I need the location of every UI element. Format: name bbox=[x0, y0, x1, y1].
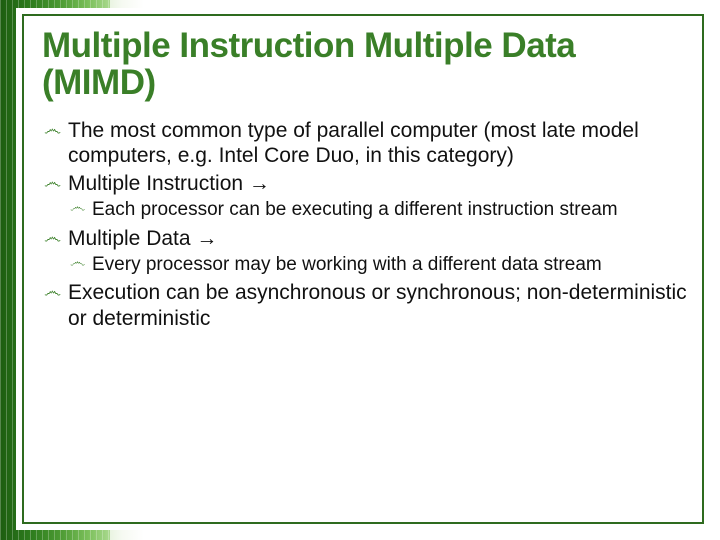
bullet-icon: ෴ bbox=[44, 228, 61, 246]
list-item: ෴ Multiple Data → bbox=[42, 226, 688, 252]
list-item: ෴ Execution can be asynchronous or synch… bbox=[42, 280, 688, 331]
sub-list: ෴ Each processor can be executing a diff… bbox=[68, 198, 688, 221]
list-item-text: Execution can be asynchronous or synchro… bbox=[68, 281, 687, 330]
bullet-icon: ෴ bbox=[44, 282, 61, 300]
list-item-text: Multiple Data → bbox=[68, 227, 217, 250]
bullet-icon: ෴ bbox=[44, 120, 61, 138]
slide-title: Multiple Instruction Multiple Data (MIMD… bbox=[42, 28, 688, 102]
list-item-text: Multiple Instruction → bbox=[68, 172, 270, 195]
list-item: ෴ Each processor can be executing a diff… bbox=[68, 198, 688, 221]
bullet-icon: ෴ bbox=[44, 173, 61, 191]
list-item: ෴ The most common type of parallel compu… bbox=[42, 118, 688, 169]
list-item: ෴ Every processor may be working with a … bbox=[68, 253, 688, 276]
slide-frame: Multiple Instruction Multiple Data (MIMD… bbox=[22, 14, 704, 524]
bullet-list: ෴ The most common type of parallel compu… bbox=[42, 118, 688, 332]
bullet-icon: ෴ bbox=[70, 200, 85, 216]
list-item: ෴ Multiple Instruction → bbox=[42, 171, 688, 197]
list-item-text: Each processor can be executing a differ… bbox=[92, 199, 618, 220]
sub-list: ෴ Every processor may be working with a … bbox=[68, 253, 688, 276]
list-item-text: The most common type of parallel compute… bbox=[68, 119, 639, 168]
list-item-text: Every processor may be working with a di… bbox=[92, 254, 602, 275]
bullet-icon: ෴ bbox=[70, 255, 85, 271]
